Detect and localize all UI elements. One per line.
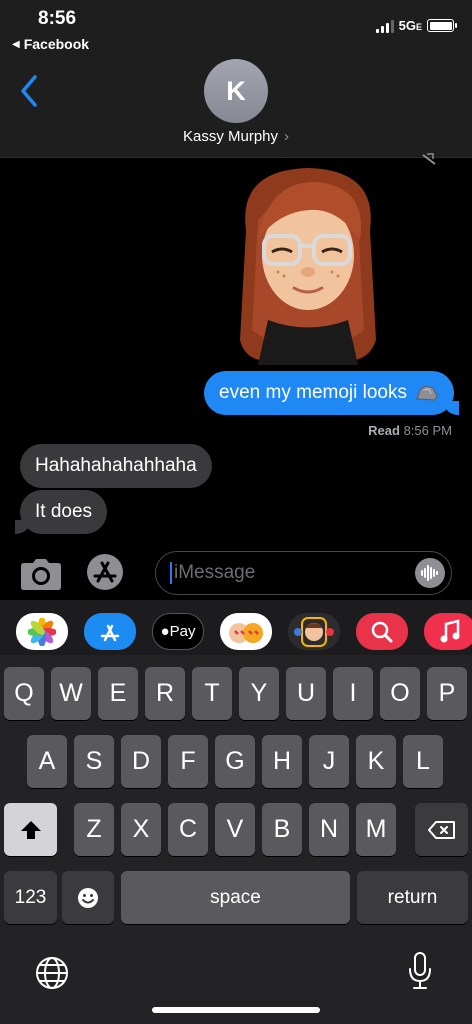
emoji-key[interactable] [62,871,114,924]
shift-key[interactable] [4,803,57,856]
memoji-stickers-icon[interactable] [220,613,272,650]
status-indicators: 5GE [375,18,457,33]
text-cursor [170,562,172,584]
key-d[interactable]: D [121,735,161,788]
key-j[interactable]: J [309,735,349,788]
app-store-icon[interactable] [84,613,136,650]
key-h[interactable]: H [262,735,302,788]
music-app-icon[interactable] [424,613,472,650]
key-q[interactable]: Q [4,667,44,720]
incoming-message-bubble[interactable]: It does [14,490,108,534]
key-a[interactable]: A [27,735,67,788]
key-c[interactable]: C [168,803,208,856]
key-w[interactable]: W [51,667,91,720]
key-i[interactable]: I [333,667,373,720]
muted-indicator-icon [422,153,436,165]
network-type: 5GE [398,18,422,33]
battery-icon [427,19,457,32]
key-v[interactable]: V [215,803,255,856]
chevron-left-icon[interactable] [18,74,40,108]
key-l[interactable]: L [403,735,443,788]
waveform-icon [421,565,438,581]
key-p[interactable]: P [427,667,467,720]
keyboard: Q W E R T Y U I O P A S D F G H J K L Z … [0,655,472,1024]
key-s[interactable]: S [74,735,114,788]
numbers-key[interactable]: 123 [4,871,57,924]
key-r[interactable]: R [145,667,185,720]
incoming-message-bubble[interactable]: Hahahahahahhaha [20,444,212,488]
key-f[interactable]: F [168,735,208,788]
globe-icon[interactable] [34,955,70,991]
outgoing-message-bubble[interactable]: even my memoji looks [204,371,459,415]
memoji-sticker[interactable] [218,160,398,365]
back-to-app-link[interactable]: ◀ Facebook [12,36,89,52]
key-n[interactable]: N [309,803,349,856]
contact-avatar[interactable]: K [204,59,268,123]
key-x[interactable]: X [121,803,161,856]
camera-icon[interactable] [20,557,62,591]
cellular-signal-icon [375,19,394,33]
key-z[interactable]: Z [74,803,114,856]
conversation-header: 8:56 ◀ Facebook 5GE K Kassy Murphy › [0,0,472,158]
key-t[interactable]: T [192,667,232,720]
contact-name-button[interactable]: Kassy Murphy › [0,128,472,145]
key-e[interactable]: E [98,667,138,720]
audio-message-button[interactable] [415,558,445,588]
message-text: even my memoji looks [219,382,407,403]
contact-name: Kassy Murphy [182,128,279,145]
message-input[interactable]: iMessage [155,551,452,595]
rock-icon [416,385,438,401]
animoji-icon[interactable] [288,613,340,650]
message-input-placeholder: iMessage [174,562,256,583]
status-time: 8:56 [38,8,77,29]
read-receipt: Read 8:56 PM [368,423,452,438]
emoji-icon [78,887,98,908]
key-u[interactable]: U [286,667,326,720]
key-o[interactable]: O [380,667,420,720]
chevron-right-icon: › [284,128,290,145]
return-key[interactable]: return [357,871,468,924]
shift-arrow-icon [20,820,41,839]
apple-pay-icon[interactable]: ●Pay [152,613,204,650]
images-search-icon[interactable] [356,613,408,650]
space-key[interactable]: space [121,871,350,924]
delete-key[interactable] [415,803,468,856]
photos-app-icon[interactable] [16,613,68,650]
key-y[interactable]: Y [239,667,279,720]
microphone-icon[interactable] [407,951,433,991]
back-app-label: Facebook [23,36,90,52]
key-k[interactable]: K [356,735,396,788]
back-triangle-icon: ◀ [12,38,20,50]
imessage-app-drawer: ●Pay [0,600,472,662]
home-indicator[interactable] [152,1007,320,1013]
key-g[interactable]: G [215,735,255,788]
app-store-icon[interactable] [86,553,124,591]
key-b[interactable]: B [262,803,302,856]
key-m[interactable]: M [356,803,396,856]
backspace-icon [427,820,455,839]
